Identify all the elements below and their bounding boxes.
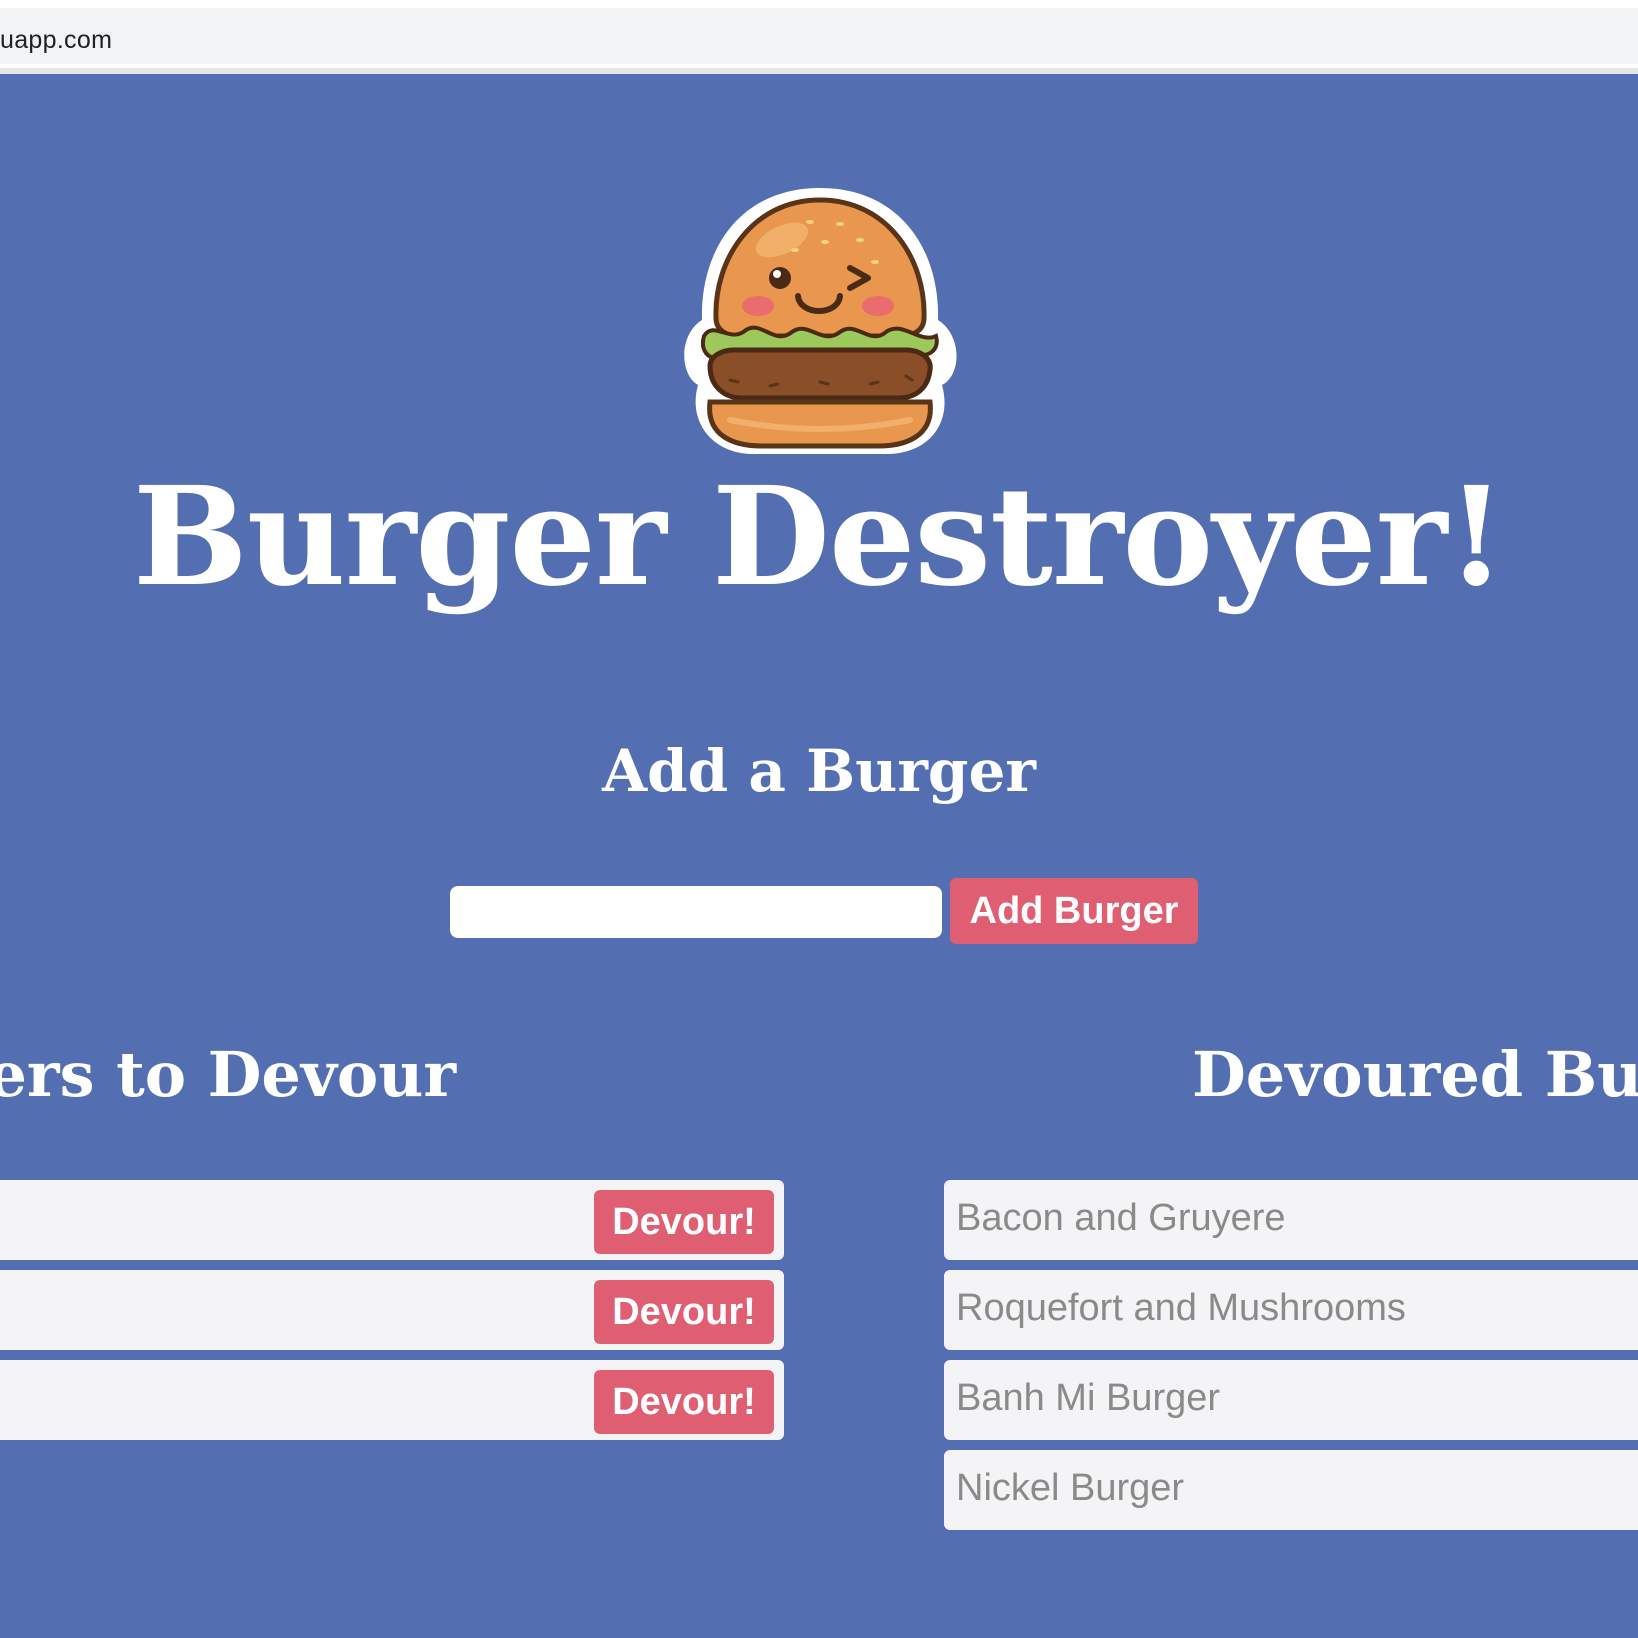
devour-button[interactable]: Devour! [594, 1280, 774, 1344]
devoured-burger-name: Nickel Burger [956, 1467, 1185, 1509]
list-item: Nickel Burger [944, 1450, 1638, 1530]
burger-name-input[interactable] [450, 886, 942, 938]
page-title: Burger Destroyer! [132, 457, 1506, 617]
devour-button[interactable]: Devour! [594, 1370, 774, 1434]
browser-address-bar[interactable]: uapp.com [0, 8, 1638, 64]
burgers-to-devour-list: Devour! Devour! Devour! [0, 1180, 784, 1450]
devoured-burgers-list: Bacon and Gruyere Roquefort and Mushroom… [944, 1180, 1638, 1540]
list-item: Devour! [0, 1360, 784, 1440]
burgers-to-devour-heading: Burgers to Devour [0, 1038, 456, 1111]
list-item: Devour! [0, 1270, 784, 1350]
burger-logo-icon [684, 188, 957, 454]
add-burger-button[interactable]: Add Burger [950, 878, 1198, 944]
list-item: Roquefort and Mushrooms [944, 1270, 1638, 1350]
devoured-burgers-heading: Devoured Burgers [1192, 1038, 1638, 1111]
list-item: Bacon and Gruyere [944, 1180, 1638, 1260]
list-item: Devour! [0, 1180, 784, 1260]
add-burger-heading: Add a Burger [602, 737, 1036, 805]
devoured-burger-name: Bacon and Gruyere [956, 1197, 1286, 1239]
list-item: Banh Mi Burger [944, 1360, 1638, 1440]
devoured-burger-name: Roquefort and Mushrooms [956, 1287, 1406, 1329]
url-text: uapp.com [0, 26, 113, 54]
devoured-burger-name: Banh Mi Burger [956, 1377, 1221, 1419]
devour-button[interactable]: Devour! [594, 1190, 774, 1254]
page-body: Burger Destroyer! Add a Burger Add Burge… [0, 74, 1638, 1638]
